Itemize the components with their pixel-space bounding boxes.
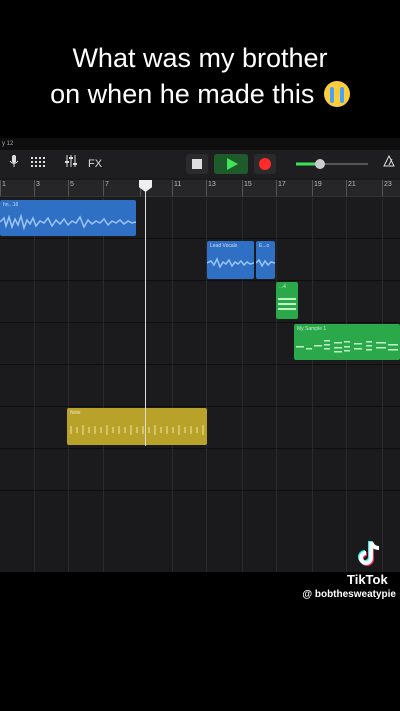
- ruler-tick: 3: [34, 180, 40, 196]
- status-strip: y 12: [0, 138, 400, 150]
- volume-slider[interactable]: [294, 154, 370, 174]
- video-caption: What was my brother on when he made this: [0, 40, 400, 112]
- ruler-tick: 21: [346, 180, 356, 196]
- daw-toolbar: FX: [0, 150, 400, 178]
- grid-line: [312, 197, 313, 572]
- midi-region[interactable]: ...4: [276, 282, 298, 319]
- audio-region[interactable]: E...o: [256, 241, 275, 279]
- daw-screen: y 12 FX 1 3 5 7 9 11: [0, 138, 400, 572]
- track-lane[interactable]: [0, 365, 400, 407]
- midi-notes: [278, 298, 296, 310]
- mixer-sliders-icon[interactable]: [64, 154, 78, 174]
- ruler-tick: 19: [312, 180, 322, 196]
- stop-icon: [192, 159, 202, 169]
- fx-button[interactable]: FX: [86, 154, 104, 174]
- region-name: ...4: [279, 284, 286, 290]
- ruler-tick: 7: [103, 180, 109, 196]
- keyboard-grid-icon[interactable]: [30, 154, 46, 174]
- waveform: [207, 257, 254, 269]
- waveform: [70, 425, 204, 435]
- playhead-line[interactable]: [145, 180, 146, 446]
- audio-region[interactable]: hn...16: [0, 200, 136, 236]
- caption-line-2-text: on when he made this: [50, 79, 315, 109]
- empty-lane-area[interactable]: [0, 491, 400, 572]
- waveform: [0, 213, 136, 231]
- tiktok-logo-icon: [357, 540, 383, 568]
- track-lane[interactable]: [0, 281, 400, 323]
- ruler-tick: 1: [0, 180, 6, 196]
- tiktok-username: @ bobthesweatypie: [302, 589, 396, 600]
- loudly-crying-face-icon: [323, 81, 350, 107]
- record-icon: [259, 158, 271, 170]
- ruler-tick: 15: [242, 180, 252, 196]
- audio-region[interactable]: Lead Vocals: [207, 241, 254, 279]
- waveform: [256, 258, 275, 268]
- stop-button[interactable]: [186, 154, 208, 174]
- region-name: hn...16: [3, 202, 19, 208]
- grid-line: [103, 197, 104, 572]
- ruler-tick: 17: [276, 180, 286, 196]
- grid-line: [346, 197, 347, 572]
- region-name: Note: [70, 410, 81, 416]
- track-lane[interactable]: [0, 239, 400, 281]
- grid-line: [276, 197, 277, 572]
- region-name: My Sample 1: [297, 326, 327, 332]
- track-lane[interactable]: [0, 449, 400, 491]
- region-name: E...o: [259, 243, 270, 249]
- grid-line: [172, 197, 173, 572]
- record-button[interactable]: [254, 154, 276, 174]
- play-icon: [227, 158, 238, 170]
- grid-line: [34, 197, 35, 572]
- ruler-tick: 13: [206, 180, 216, 196]
- metronome-icon[interactable]: [382, 154, 396, 174]
- caption-line-2: on when he made this: [0, 76, 400, 112]
- grid-line: [68, 197, 69, 572]
- region-name: Lead Vocals: [210, 243, 238, 249]
- play-button[interactable]: [214, 154, 248, 174]
- audio-region[interactable]: Note: [67, 408, 207, 445]
- midi-notes: [296, 340, 398, 353]
- track-area[interactable]: hn...16 Lead Vocals E...o ...4 My Sample: [0, 197, 400, 572]
- tiktok-brand: TikTok: [347, 572, 388, 587]
- ruler-tick: 23: [382, 180, 392, 196]
- midi-region[interactable]: My Sample 1: [294, 324, 400, 360]
- ruler-tick: 5: [68, 180, 74, 196]
- caption-line-1: What was my brother: [72, 43, 328, 73]
- microphone-icon[interactable]: [7, 154, 21, 174]
- ruler-tick: 11: [172, 180, 182, 196]
- grid-line: [382, 197, 383, 572]
- timeline-ruler[interactable]: 1 3 5 7 9 11 13 15 17 19 21 23: [0, 180, 400, 197]
